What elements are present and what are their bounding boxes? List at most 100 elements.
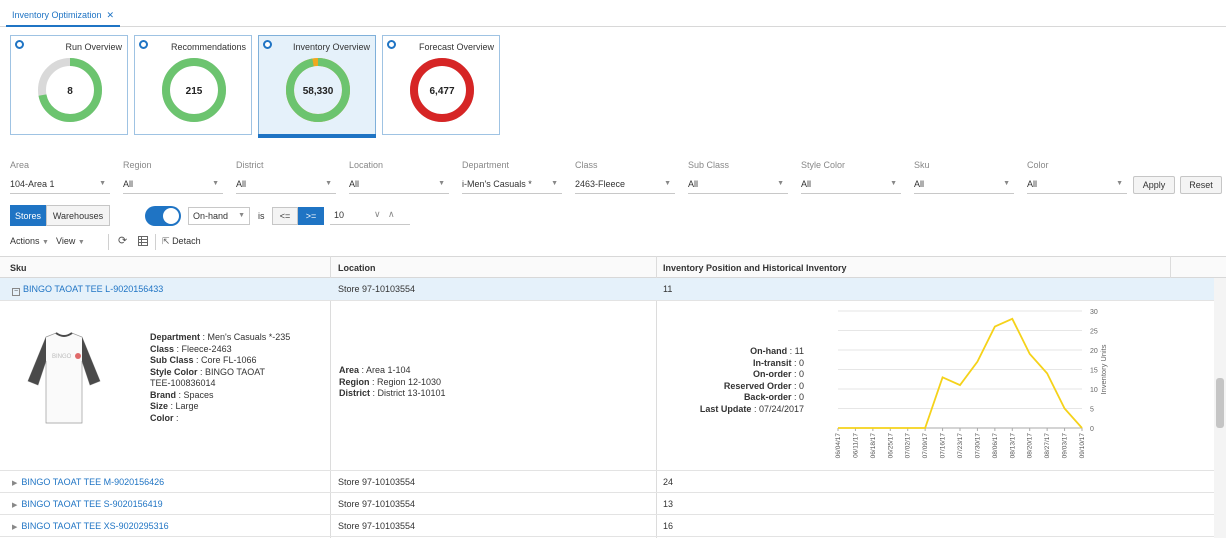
detail-on-hand: On-hand : 11 <box>750 346 804 356</box>
sub-class-select[interactable]: All ▼ <box>688 176 788 194</box>
style-color-select[interactable]: All ▼ <box>801 176 901 194</box>
header-sku[interactable]: Sku <box>10 263 27 273</box>
collapse-icon[interactable]: − <box>12 288 20 296</box>
filter-location: Location All ▼ <box>349 160 449 194</box>
filter-label: Sub Class <box>688 160 730 170</box>
sku-cell[interactable]: ▶ BINGO TAOAT TEE M-9020156426 <box>12 477 164 487</box>
department-select[interactable]: i-Men's Casuals * ▼ <box>462 176 562 194</box>
expand-icon[interactable]: ▶ <box>12 524 17 531</box>
detail-class: Class : Fleece-2463 <box>150 343 232 354</box>
vertical-scrollbar[interactable] <box>1214 278 1226 538</box>
tab-inventory-optimization[interactable]: Inventory Optimization ✕ <box>6 6 121 27</box>
filter-value: All <box>349 179 360 189</box>
radio-icon[interactable] <box>139 40 148 49</box>
measure-select[interactable]: On-hand ▼ <box>188 207 250 225</box>
x-tick-label: 06/25/17 <box>887 433 894 459</box>
inventory-cell: 13 <box>663 499 674 509</box>
sku-link[interactable]: BINGO TAOAT TEE L-9020156433 <box>23 284 163 294</box>
filter-style-color: Style Color All ▼ <box>801 160 901 194</box>
toggle-knob <box>163 208 179 224</box>
chevron-down-icon: ▼ <box>664 180 671 187</box>
tile-run-overview[interactable]: Run Overview 8 <box>10 35 128 135</box>
y-tick-label: 10 <box>1090 387 1098 394</box>
color-select[interactable]: All ▼ <box>1027 176 1127 194</box>
sku-link[interactable]: BINGO TAOAT TEE S-9020156419 <box>21 499 162 509</box>
scrollbar-thumb[interactable] <box>1216 378 1224 428</box>
x-tick-label: 06/11/17 <box>852 433 859 458</box>
tile-title: Inventory Overview <box>292 42 370 52</box>
view-menu[interactable]: View ▼ <box>56 236 85 246</box>
tile-value: 6,477 <box>429 86 454 97</box>
grid-icon[interactable] <box>138 236 148 248</box>
region-select[interactable]: All ▼ <box>123 176 223 194</box>
x-tick-label: 07/23/17 <box>957 433 964 459</box>
chevron-down-icon: ▼ <box>777 180 784 187</box>
apply-button[interactable]: Apply <box>1133 176 1175 194</box>
spinner-down-icon[interactable]: ∨ <box>374 209 381 220</box>
refresh-icon[interactable]: ⟳ <box>118 234 127 247</box>
expand-icon[interactable]: ▶ <box>12 480 17 487</box>
chevron-down-icon: ▼ <box>212 180 219 187</box>
location-select[interactable]: All ▼ <box>349 176 449 194</box>
radio-icon[interactable] <box>15 40 24 49</box>
chevron-down-icon: ▼ <box>551 180 558 187</box>
sku-cell[interactable]: − BINGO TAOAT TEE L-9020156433 <box>12 284 163 296</box>
expand-icon[interactable]: ▶ <box>12 502 17 509</box>
sku-link[interactable]: BINGO TAOAT TEE XS-9020295316 <box>21 521 168 531</box>
x-tick-label: 09/10/17 <box>1079 433 1086 459</box>
x-tick-label: 08/06/17 <box>992 433 999 459</box>
greater-equal-button[interactable]: >= <box>298 207 324 225</box>
location-cell: Store 97-10103554 <box>338 284 416 294</box>
table-row[interactable]: ▶ BINGO TAOAT TEE S-9020156419 Store 97-1… <box>0 493 1226 515</box>
area-select[interactable]: 104-Area 1 ▼ <box>10 176 110 194</box>
threshold-input[interactable]: 10 ∨ ∧ <box>330 207 410 225</box>
location-cell: Store 97-10103554 <box>338 477 416 487</box>
y-tick-label: 25 <box>1090 329 1098 336</box>
y-tick-label: 20 <box>1090 348 1098 355</box>
detach-button[interactable]: ⇱ Detach <box>162 236 201 247</box>
header-location[interactable]: Location <box>338 263 376 273</box>
radio-icon[interactable] <box>263 40 272 49</box>
condition-bar: Stores Warehouses On-hand ▼ is <= >= 10 … <box>10 205 610 229</box>
warehouses-button[interactable]: Warehouses <box>46 205 110 226</box>
product-details: Department : Men's Casuals *-235 Class :… <box>150 332 290 424</box>
less-equal-button[interactable]: <= <box>272 207 298 225</box>
table-row[interactable]: ▶ BINGO TAOAT TEE M-9020156426 Store 97-1… <box>0 471 1226 493</box>
spinner-up-icon[interactable]: ∧ <box>388 209 395 220</box>
x-tick-label: 08/20/17 <box>1027 433 1034 459</box>
detach-label: Detach <box>172 236 201 246</box>
tile-value: 215 <box>186 86 203 97</box>
header-inventory[interactable]: Inventory Position and Historical Invent… <box>663 263 847 273</box>
sku-select[interactable]: All ▼ <box>914 176 1014 194</box>
tile-forecast-overview[interactable]: Forecast Overview 6,477 <box>382 35 500 135</box>
chevron-down-icon: ▼ <box>42 239 49 246</box>
condition-toggle[interactable] <box>145 206 181 226</box>
class-select[interactable]: 2463-Fleece ▼ <box>575 176 675 194</box>
tile-recommendations[interactable]: Recommendations 215 <box>134 35 252 135</box>
detail-color: Color : <box>150 412 179 423</box>
chevron-down-icon: ▼ <box>1003 180 1010 187</box>
radio-icon[interactable] <box>387 40 396 49</box>
measure-value: On-hand <box>193 211 229 221</box>
historical-inventory-chart: 0 5 10 15 20 25 30 06/04/17 06/11/17 06/18/17 06/2… <box>835 309 1108 459</box>
series-line <box>838 317 1083 429</box>
close-icon[interactable]: ✕ <box>107 10 115 21</box>
sku-cell[interactable]: ▶ BINGO TAOAT TEE S-9020156419 <box>12 499 163 509</box>
chevron-down-icon: ▼ <box>890 180 897 187</box>
district-select[interactable]: All ▼ <box>236 176 336 194</box>
stores-button[interactable]: Stores <box>10 205 46 226</box>
y-tick-label: 15 <box>1090 368 1098 375</box>
tile-inventory-overview[interactable]: Inventory Overview 58,330 <box>258 35 376 138</box>
tile-title: Recommendations <box>170 42 246 52</box>
sku-link[interactable]: BINGO TAOAT TEE M-9020156426 <box>21 477 164 487</box>
detail-department: Department : Men's Casuals *-235 <box>150 332 291 342</box>
reset-button[interactable]: Reset <box>1180 176 1222 194</box>
actions-menu[interactable]: Actions ▼ <box>10 236 49 246</box>
detail-on-order: On-order : 0 <box>752 369 804 379</box>
filter-value: 2463-Fleece <box>575 179 626 189</box>
y-tick-label: 30 <box>1090 309 1098 316</box>
detail-region: Region : Region 12-1030 <box>339 376 442 387</box>
table-row[interactable]: − BINGO TAOAT TEE L-9020156433 Store 97-1… <box>0 278 1226 301</box>
sku-cell[interactable]: ▶ BINGO TAOAT TEE XS-9020295316 <box>12 521 169 531</box>
table-row[interactable]: ▶ BINGO TAOAT TEE XS-9020295316 Store 97-… <box>0 515 1226 537</box>
